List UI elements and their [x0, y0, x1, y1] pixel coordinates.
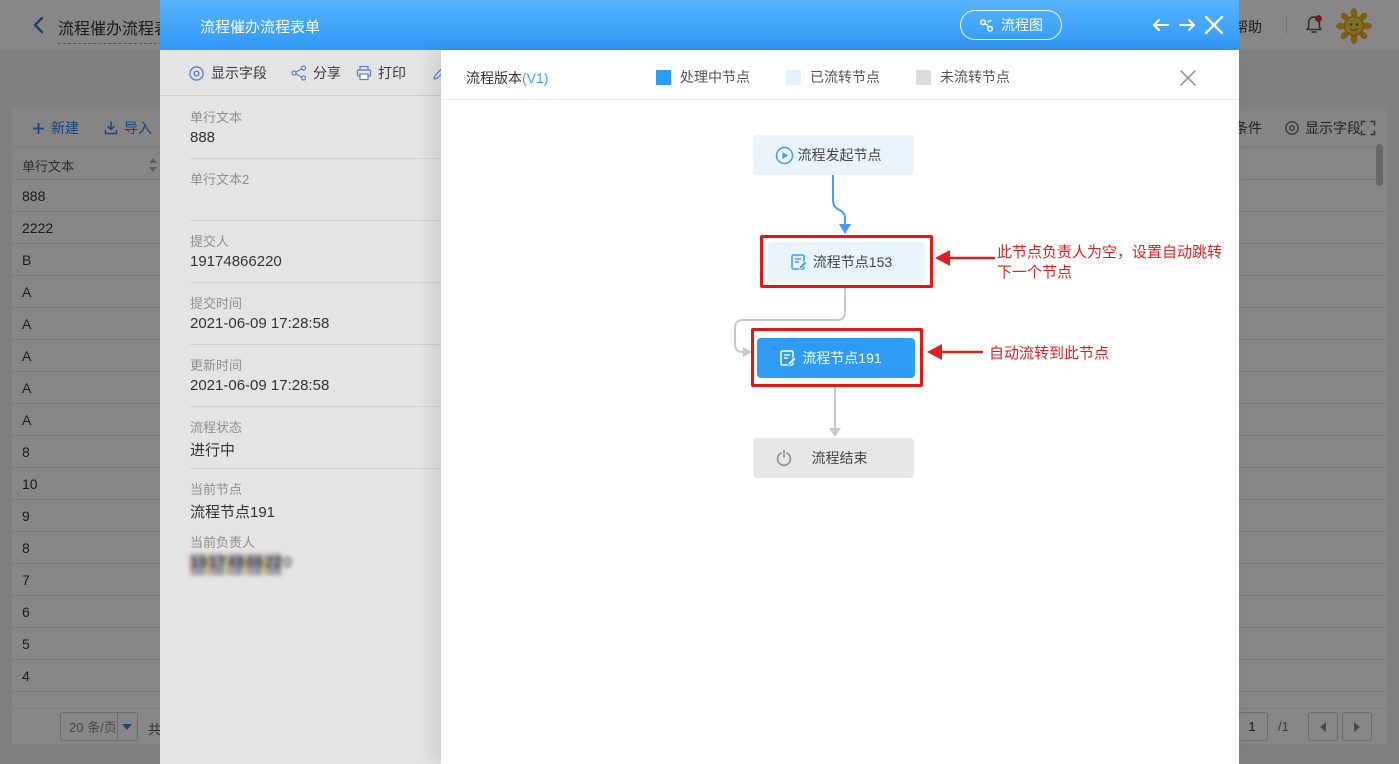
record-nav-arrows[interactable] [1152, 14, 1198, 36]
flow-diagram-panel: 流程版本(V1) 处理中节点已流转节点未流转节点 [441, 50, 1239, 764]
power-icon [775, 448, 795, 468]
flow-node-191[interactable]: 流程节点191 [757, 338, 915, 378]
detail-show-fields-button[interactable]: 显示字段 [188, 63, 267, 83]
share-icon [291, 65, 307, 81]
modal-header: 流程催办流程表单 流程图 [160, 0, 1239, 50]
detail-toolbar: 显示字段 分享 [160, 50, 441, 96]
share-button[interactable]: 分享 [291, 63, 341, 83]
print-icon [356, 65, 372, 81]
flow-node-153[interactable]: 流程节点153 [768, 242, 925, 282]
edit-note-icon [779, 348, 799, 368]
flowchart-icon [979, 18, 994, 33]
field-value-redacted: 19174866220 [190, 554, 282, 575]
arrowhead-down-blue [839, 224, 851, 234]
arrow-left-icon [1154, 20, 1168, 30]
annotation-text: 自动流转到此节点 [989, 344, 1109, 364]
flow-node-label: 流程发起节点 [795, 145, 914, 165]
flow-node-label: 流程节点191 [799, 348, 915, 368]
annotation-arrow-icon [935, 250, 950, 266]
flow-node-start[interactable]: 流程发起节点 [753, 135, 914, 175]
annotation-arrow-icon [927, 344, 942, 360]
screen: 流程催办流程表单 帮助 [0, 0, 1399, 764]
annotation-line: 下一个节点 [997, 263, 1222, 283]
flow-node-label: 流程结束 [795, 448, 914, 468]
flow-canvas: 流程发起节点 流程节点153 此节点负责人为空，设置自动跳转 下一个节点 流程节… [441, 100, 1239, 764]
flow-chart-button[interactable]: 流程图 [960, 10, 1062, 40]
detail-show-fields-label: 显示字段 [211, 63, 267, 83]
arrowhead-down-gray [829, 428, 841, 437]
flow-node-label: 流程节点153 [810, 252, 925, 272]
share-label: 分享 [313, 63, 341, 83]
flow-node-end[interactable]: 流程结束 [753, 438, 914, 478]
flow-chart-button-label: 流程图 [1001, 15, 1043, 35]
close-icon [1202, 13, 1226, 37]
modal-title: 流程催办流程表单 [200, 16, 320, 37]
annotation-line: 自动流转到此节点 [989, 344, 1109, 364]
print-label: 打印 [378, 63, 406, 83]
annotation-text: 此节点负责人为空，设置自动跳转 下一个节点 [997, 243, 1222, 283]
modal-close-button[interactable] [1202, 13, 1226, 37]
arrow-right-icon [1180, 20, 1194, 30]
print-button[interactable]: 打印 [356, 63, 406, 83]
edit-note-icon [790, 252, 810, 272]
annotation-line: 此节点负责人为空，设置自动跳转 [997, 243, 1222, 263]
eye-icon [188, 65, 205, 82]
play-circle-icon [775, 145, 795, 165]
